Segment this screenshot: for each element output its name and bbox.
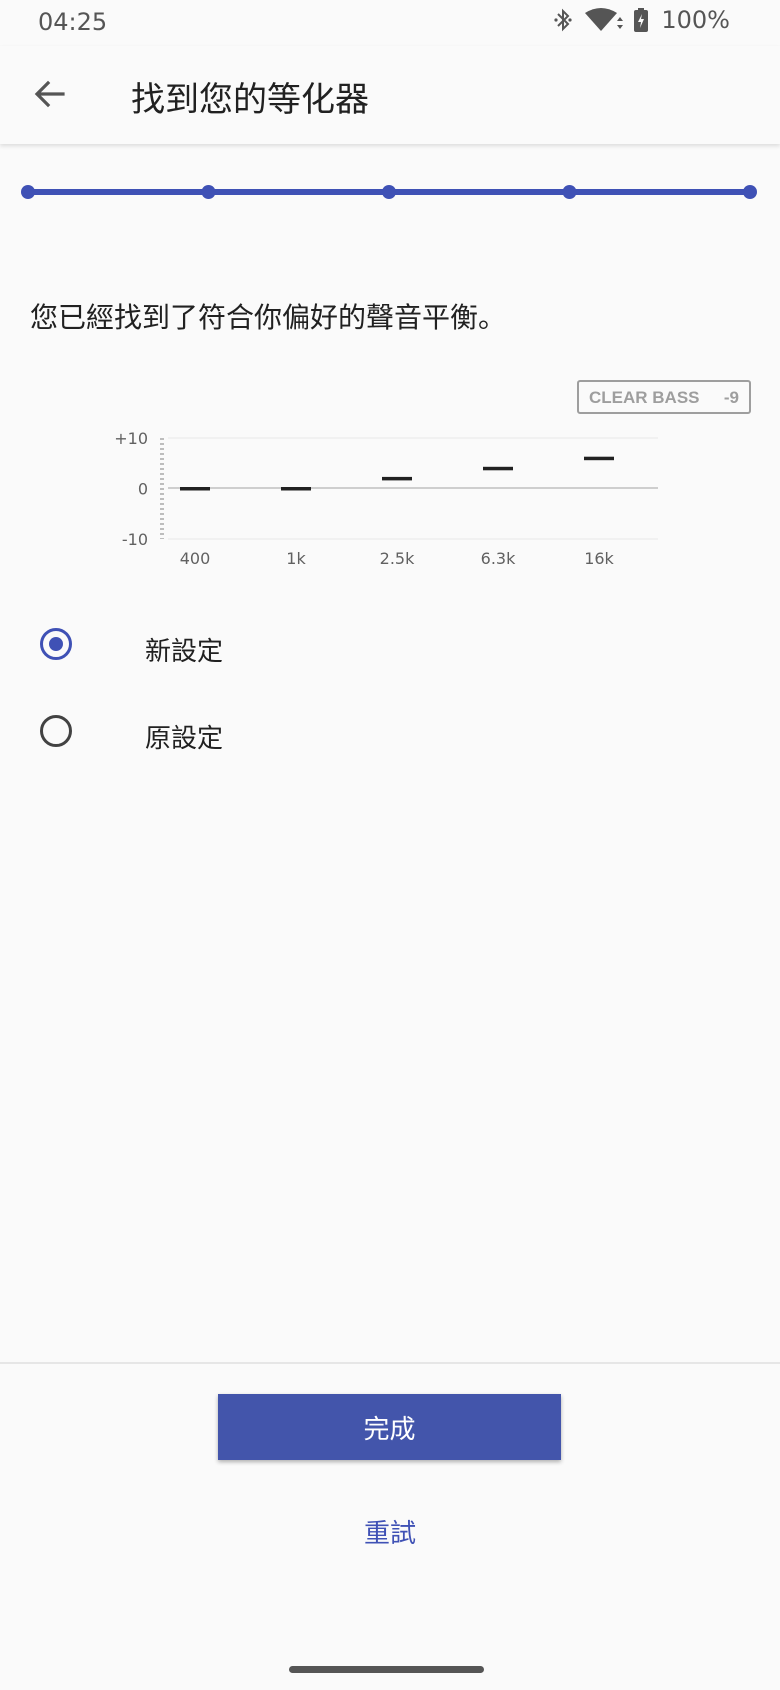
arrow-back-icon [33,77,67,115]
eq-band-level-400 [180,487,210,491]
eq-band-label: 2.5k [380,549,415,568]
app-bar: 找到您的等化器 [0,46,780,144]
eq-band-level-16k [584,456,614,461]
radio-original-setting[interactable]: 原設定 [30,700,630,770]
eq-band-label: 6.3k [481,549,516,568]
bottom-divider [0,1362,780,1364]
clear-bass-label: CLEAR BASS [589,388,700,407]
eq-band-label: 1k [286,549,306,568]
status-bar: 04:25 100% [0,0,780,46]
eq-band-label: 16k [584,549,614,568]
done-button[interactable]: 完成 [218,1394,561,1460]
step-dot-1 [21,185,35,199]
step-dot-4 [562,185,577,199]
retry-button[interactable]: 重試 [290,1506,490,1556]
wifi-icon [583,7,624,33]
eq-y-tick-label: -10 [122,530,148,549]
status-time: 04:25 [38,8,108,36]
eq-y-tick-label: +10 [114,429,148,448]
clear-bass-value: -9 [723,388,739,407]
eq-band-level-6.3k [483,466,513,471]
bluetooth-icon [553,7,573,33]
step-progress [21,185,757,199]
eq-y-tick-label: 0 [138,480,148,499]
eq-chart: +10 0 -10 400 1k 2.5k 6.3k 16k [114,429,658,568]
result-message: 您已經找到了符合你偏好的聲音平衡。 [30,301,507,334]
radio-selected-icon[interactable] [40,628,72,660]
eq-band-label: 400 [180,549,211,568]
step-dot-5 [743,185,757,199]
eq-band-level-1k [281,487,311,491]
page-title: 找到您的等化器 [131,80,369,120]
home-indicator[interactable] [289,1666,484,1673]
radio-new-setting[interactable]: 新設定 [30,613,630,683]
battery-charging-icon [633,7,649,33]
step-dot-3 [382,185,396,199]
battery-percentage: 100% [661,6,730,34]
step-dot-2 [201,185,216,199]
eq-band-level-2.5k [382,476,412,481]
back-button[interactable] [22,68,78,124]
status-icons: 100% [553,6,730,34]
clear-bass-badge: CLEAR BASS -9 [577,380,751,414]
radio-new-setting-label: 新設定 [145,637,224,667]
radio-unselected-icon[interactable] [40,715,72,747]
radio-original-setting-label: 原設定 [145,724,224,754]
